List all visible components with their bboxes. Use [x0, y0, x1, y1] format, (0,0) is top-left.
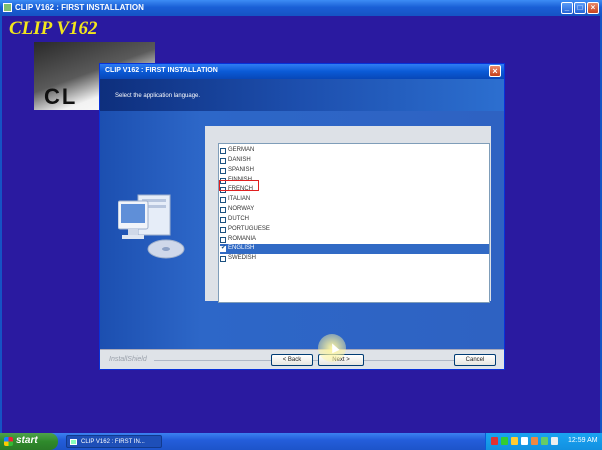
- tray-antivirus-icon[interactable]: [531, 437, 538, 445]
- taskbar-item-clip[interactable]: CLIP V162 : FIRST IN...: [66, 435, 162, 448]
- language-label: SWEDISH: [228, 255, 257, 261]
- checkbox[interactable]: [220, 217, 226, 223]
- language-item-norway[interactable]: NORWAY: [220, 205, 489, 215]
- language-item-swedish[interactable]: SWEDISH: [220, 254, 489, 264]
- language-item-danish[interactable]: DANISH: [220, 156, 489, 166]
- language-item-english[interactable]: ENGLISH: [220, 244, 489, 254]
- computer-icon: [118, 194, 185, 259]
- dialog-close-button[interactable]: ×: [489, 65, 501, 77]
- checkbox[interactable]: [220, 256, 226, 262]
- maximize-button[interactable]: □: [574, 2, 586, 14]
- language-item-portuguese[interactable]: PORTUGUESE: [220, 225, 489, 235]
- minimize-button[interactable]: _: [561, 2, 573, 14]
- checkbox[interactable]: [220, 197, 226, 203]
- outer-window-title: CLIP V162 : FIRST INSTALLATION: [15, 3, 144, 12]
- logo-text: CL: [44, 84, 78, 109]
- tray-volume-icon[interactable]: [551, 437, 558, 445]
- back-button[interactable]: < Back: [271, 354, 313, 366]
- tray-app-icon[interactable]: [491, 437, 498, 445]
- french-highlight-box: [219, 180, 259, 191]
- language-list[interactable]: GERMAN DANISH SPANISH FINNISH FRENCH ITA…: [218, 143, 490, 303]
- installation-dialog: CLIP V162 : FIRST INSTALLATION × Select …: [99, 63, 505, 370]
- language-item-spanish[interactable]: SPANISH: [220, 166, 489, 176]
- taskbar: start CLIP V162 : FIRST IN... 12:59 AM: [0, 433, 602, 450]
- language-label: SPANISH: [228, 167, 254, 173]
- language-item-dutch[interactable]: DUTCH: [220, 215, 489, 225]
- checkbox[interactable]: [220, 148, 226, 154]
- language-label: PORTUGUESE: [228, 226, 270, 232]
- start-button[interactable]: start: [0, 433, 58, 450]
- brand-title: CLIP V162: [9, 18, 98, 39]
- tray-update-icon[interactable]: [521, 437, 528, 445]
- language-label: NORWAY: [228, 206, 255, 212]
- language-label: DANISH: [228, 157, 251, 163]
- language-label: ROMANIA: [228, 236, 257, 242]
- dialog-body: GERMAN DANISH SPANISH FINNISH FRENCH ITA…: [100, 111, 504, 349]
- app-icon: [3, 3, 12, 12]
- dialog-title: CLIP V162 : FIRST INSTALLATION: [105, 67, 218, 74]
- language-item-german[interactable]: GERMAN: [220, 146, 489, 156]
- checkbox[interactable]: [220, 227, 226, 233]
- cancel-button[interactable]: Cancel: [454, 354, 496, 366]
- checkbox[interactable]: [220, 158, 226, 164]
- language-label: ENGLISH: [228, 245, 255, 251]
- taskbar-item-label: CLIP V162 : FIRST IN...: [81, 439, 145, 445]
- language-item-french[interactable]: FRENCH: [220, 185, 489, 195]
- dialog-header: Select the application language.: [100, 79, 504, 111]
- language-panel: GERMAN DANISH SPANISH FINNISH FRENCH ITA…: [205, 126, 491, 303]
- language-label: ITALIAN: [228, 196, 251, 202]
- dialog-prompt: Select the application language.: [115, 93, 201, 99]
- system-tray: 12:59 AM: [485, 433, 602, 450]
- installshield-label: InstallShield: [109, 356, 147, 363]
- tray-network-icon[interactable]: [501, 437, 508, 445]
- language-label: DUTCH: [228, 216, 249, 222]
- close-button[interactable]: ×: [587, 2, 599, 14]
- start-label: start: [16, 435, 38, 446]
- checkbox[interactable]: [220, 207, 226, 213]
- windows-logo-icon: [4, 437, 13, 446]
- dialog-footer: InstallShield < Back Next > Cancel: [100, 349, 504, 369]
- language-item-italian[interactable]: ITALIAN: [220, 195, 489, 205]
- checkbox-checked[interactable]: [220, 244, 226, 252]
- checkbox[interactable]: [220, 168, 226, 174]
- language-label: GERMAN: [228, 147, 255, 153]
- tray-sync-icon[interactable]: [541, 437, 548, 445]
- app-icon: [70, 439, 77, 445]
- outer-titlebar: CLIP V162 : FIRST INSTALLATION _ □ ×: [0, 0, 602, 16]
- dialog-titlebar: CLIP V162 : FIRST INSTALLATION ×: [100, 64, 504, 79]
- clock: 12:59 AM: [568, 437, 598, 444]
- checkbox[interactable]: [220, 237, 226, 243]
- tray-shield-icon[interactable]: [511, 437, 518, 445]
